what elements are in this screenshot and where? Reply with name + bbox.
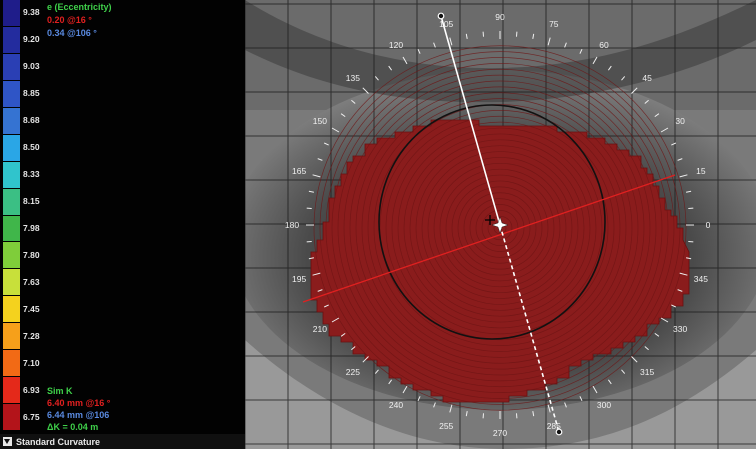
scale-swatch [3,350,20,377]
sim-k-title: Sim K [47,386,73,396]
angle-label: 300 [597,400,611,410]
scale-swatch [3,107,20,134]
sim-k-steep-value: 6.44 mm @106 [47,410,110,420]
angle-label: 150 [313,116,327,126]
scale-label: 6.93 [23,384,40,395]
scale-label: 6.75 [23,411,40,422]
scale-label: 7.63 [23,276,40,287]
scale-swatch [3,296,20,323]
delta-k-value: ΔK = 0.04 m [47,422,99,432]
color-scale-bar [3,0,20,431]
scale-label: 7.45 [23,303,40,314]
angle-label: 60 [599,40,609,50]
scale-label: 7.28 [23,330,40,341]
steep-axis-handle-top[interactable] [437,12,445,20]
angle-label: 120 [389,40,403,50]
map-type-selector[interactable]: Standard Curvature [0,434,245,449]
scale-label: 8.15 [23,196,40,207]
angle-label: 165 [292,166,306,176]
map-type-label: Standard Curvature [16,436,101,447]
scale-swatch [3,377,20,404]
angle-label: 270 [493,428,507,438]
angle-label: 0 [706,220,711,230]
angle-label: 45 [642,73,652,83]
scale-swatch [3,323,20,350]
scale-label: 7.10 [23,357,40,368]
scale-label: 9.03 [23,61,40,72]
scale-swatch [3,215,20,242]
angle-label: 225 [346,367,360,377]
scale-label: 8.68 [23,115,40,126]
angle-label: 15 [696,166,706,176]
angle-label: 195 [292,274,306,284]
sim-k-flat-value: 6.40 mm @16 ° [47,398,111,408]
angle-label: 285 [547,421,561,431]
angle-label: 90 [495,12,505,22]
eccentricity-flat-value: 0.20 @16 ° [47,15,92,25]
scale-label: 9.20 [23,34,40,45]
angle-label: 255 [439,421,453,431]
scale-swatch [3,269,20,296]
scale-swatch [3,134,20,161]
angle-label: 30 [675,116,685,126]
angle-label: 75 [549,19,559,29]
scale-label: 8.85 [23,88,40,99]
scale-swatch [3,0,20,26]
scale-swatch [3,188,20,215]
scale-label: 8.50 [23,142,40,153]
scale-label: 9.38 [23,7,40,18]
topography-map-view[interactable]: 0 15 30 45 60 75 90 105 120 135 150 165 180 195 210 225… [245,0,756,449]
scale-swatch [3,26,20,53]
eccentricity-title: e (Eccentricity) [47,2,112,12]
angle-label: 345 [694,274,708,284]
scale-label: 8.33 [23,169,40,180]
scale-swatch [3,161,20,188]
angle-label: 180 [285,220,299,230]
legend-panel: 9.38 9.20 9.03 8.85 8.68 8.50 8.33 8.15 7.98 7.80… [0,0,245,449]
scale-label: 7.80 [23,249,40,260]
angle-label: 105 [439,19,453,29]
angle-label: 240 [389,400,403,410]
scale-swatch [3,80,20,107]
angle-label: 330 [673,324,687,334]
scale-swatch [3,242,20,269]
angle-label: 315 [640,367,654,377]
angle-label: 135 [346,73,360,83]
scale-label: 7.98 [23,222,40,233]
angle-label: 210 [313,324,327,334]
chevron-down-icon[interactable] [3,437,12,446]
eccentricity-steep-value: 0.34 @106 ° [47,28,97,38]
scale-swatch [3,53,20,80]
scale-swatch [3,404,20,430]
